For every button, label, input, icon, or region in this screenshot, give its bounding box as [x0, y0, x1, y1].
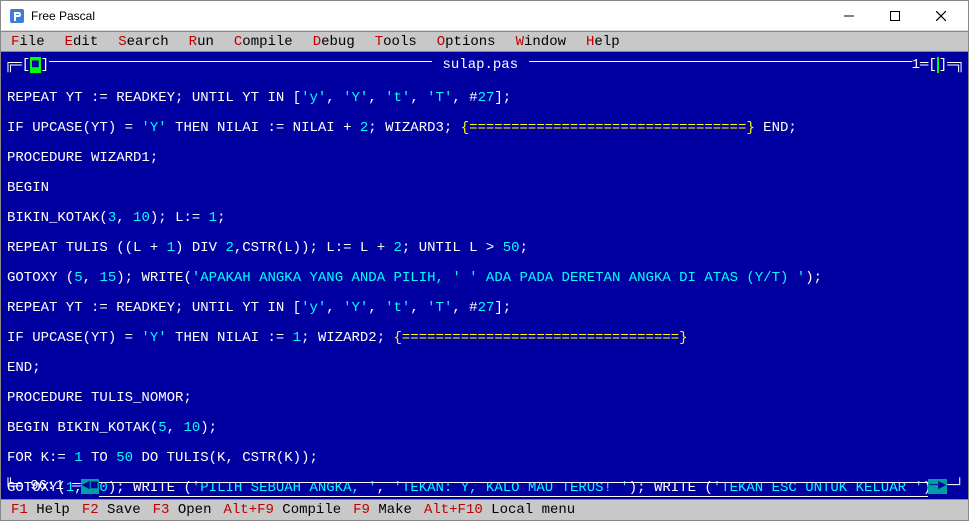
code-line: IF UPCASE(YT) = 'Y' THEN NILAI := NILAI …	[7, 121, 964, 136]
file-frame-bottom: ╚═ 96:1 ═◄■ ─►─┘	[5, 476, 964, 497]
status-f1-help[interactable]: F1 Help	[11, 502, 70, 518]
cursor-position: 96:1	[22, 479, 72, 494]
statusbar: F1 Help F2 Save F3 Open Alt+F9 Compile F…	[1, 499, 968, 520]
window-buttons	[826, 2, 964, 30]
code-line: REPEAT TULIS ((L + 1) DIV 2,CSTR(L)); L:…	[7, 241, 964, 256]
code-line: PROCEDURE TULIS_NOMOR;	[7, 391, 964, 406]
titlebar[interactable]: Free Pascal	[1, 1, 968, 31]
menu-help[interactable]: Help	[586, 34, 620, 50]
code-line: END;	[7, 361, 964, 376]
menubar[interactable]: File Edit Search Run Compile Debug Tools…	[1, 31, 968, 52]
code-line: FOR K:= 1 TO 50 DO TULIS(K, CSTR(K));	[7, 451, 964, 466]
menu-window[interactable]: Window	[516, 34, 566, 50]
code-line: REPEAT YT := READKEY; UNTIL YT IN ['y', …	[7, 91, 964, 106]
code-line: GOTOXY (5, 15); WRITE('APAKAH ANGKA YANG…	[7, 271, 964, 286]
code-line: PROCEDURE WIZARD1;	[7, 151, 964, 166]
code-line: BIKIN_KOTAK(3, 10); L:= 1;	[7, 211, 964, 226]
code-content[interactable]: REPEAT YT := READKEY; UNTIL YT IN ['y', …	[5, 76, 964, 499]
status-f2-save[interactable]: F2 Save	[82, 502, 141, 518]
scroll-right-icon[interactable]: ─►	[928, 479, 947, 494]
minimize-button[interactable]	[826, 2, 872, 30]
code-line: BEGIN BIKIN_KOTAK(5, 10);	[7, 421, 964, 436]
code-line: REPEAT YT := READKEY; UNTIL YT IN ['y', …	[7, 301, 964, 316]
app-window: Free Pascal File Edit Search Run Compile…	[0, 0, 969, 521]
menu-file[interactable]: File	[11, 34, 45, 50]
menu-edit[interactable]: Edit	[65, 34, 99, 50]
menu-debug[interactable]: Debug	[313, 34, 355, 50]
close-button[interactable]	[918, 2, 964, 30]
scroll-left-icon[interactable]: ◄■	[81, 479, 100, 494]
status-f9-make[interactable]: F9 Make	[353, 502, 412, 518]
editor-area[interactable]: ╔═[■] sulap.pas 1═[]═╗ REPEAT YT := READ…	[1, 52, 968, 499]
close-file-icon[interactable]: ■	[30, 57, 40, 73]
menu-search[interactable]: Search	[118, 34, 168, 50]
status-altf9-compile[interactable]: Alt+F9 Compile	[223, 502, 341, 518]
menu-tools[interactable]: Tools	[375, 34, 417, 50]
window-title: Free Pascal	[31, 9, 826, 23]
code-line: BEGIN	[7, 181, 964, 196]
menu-compile[interactable]: Compile	[234, 34, 293, 50]
menu-options[interactable]: Options	[437, 34, 496, 50]
file-name: sulap.pas	[432, 58, 528, 73]
status-f3-open[interactable]: F3 Open	[153, 502, 212, 518]
app-icon	[9, 8, 25, 24]
menu-run[interactable]: Run	[189, 34, 214, 50]
status-altf10-localmenu[interactable]: Alt+F10 Local menu	[424, 502, 575, 518]
code-line: IF UPCASE(YT) = 'Y' THEN NILAI := 1; WIZ…	[7, 331, 964, 346]
maximize-button[interactable]	[872, 2, 918, 30]
file-frame-top: ╔═[■] sulap.pas 1═[]═╗	[5, 54, 964, 76]
